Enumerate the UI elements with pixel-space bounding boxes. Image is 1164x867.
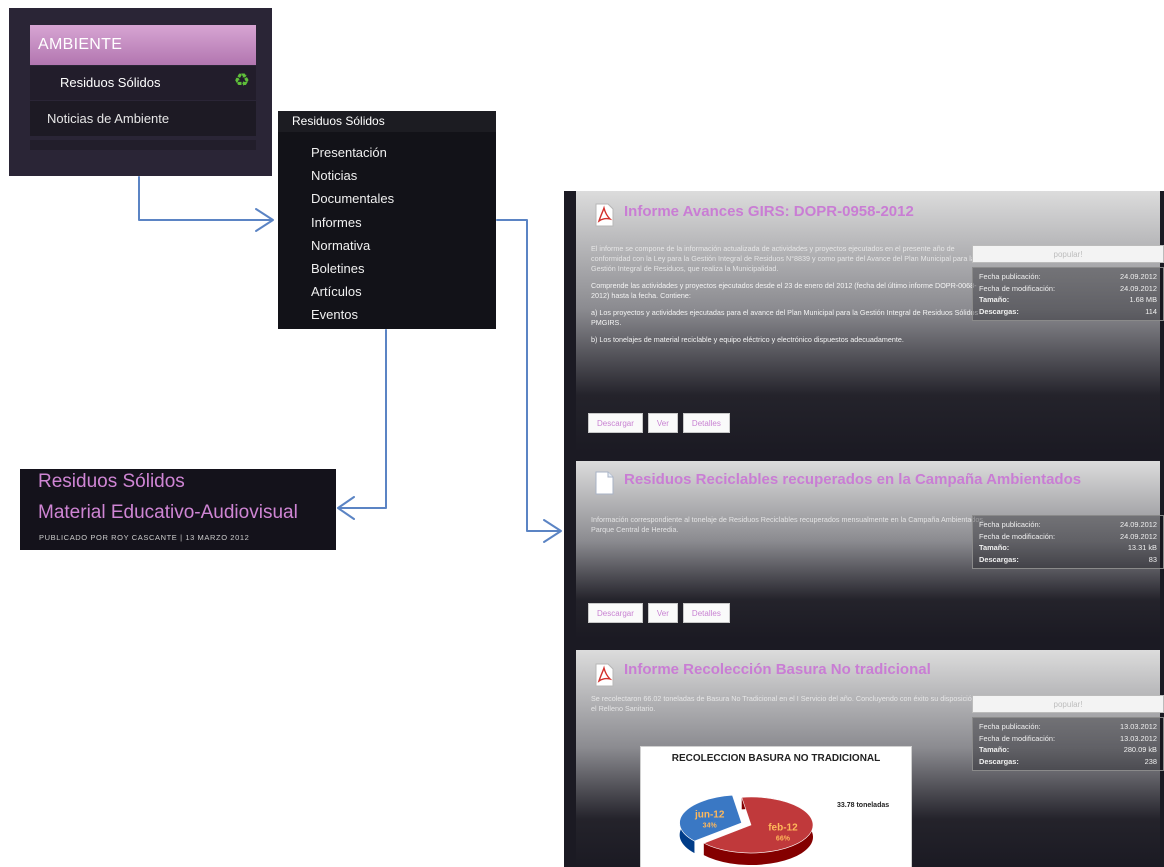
info-value: 24.09.2012 xyxy=(1120,283,1157,293)
info-key: Fecha publicación: xyxy=(979,722,1041,731)
pie-percent-label: 34% xyxy=(703,823,718,830)
document-title[interactable]: Residuos Reciclables recuperados en la C… xyxy=(624,471,1081,488)
info-key: Tamaño: xyxy=(979,295,1010,304)
popular-badge: popular! xyxy=(972,695,1164,713)
info-value: 1.68 MB xyxy=(1129,295,1157,304)
document-icon xyxy=(595,471,614,495)
pie-chart: RECOLECCION BASURA NO TRADICIONAL feb-12… xyxy=(640,746,912,867)
popular-badge: popular! xyxy=(972,245,1164,263)
info-value: 13.31 kB xyxy=(1127,543,1157,552)
description-paragraph: b) Los tonelajes de material reciclable … xyxy=(591,335,904,344)
info-key: Descargas: xyxy=(979,554,1019,564)
details-button[interactable]: Detalles xyxy=(682,413,730,433)
info-value: 24.09.2012 xyxy=(1120,272,1157,281)
arrow-submenu-to-docs xyxy=(496,219,561,532)
info-value: 24.09.2012 xyxy=(1120,520,1157,529)
document-actions: Descargar Ver Detalles xyxy=(588,603,735,623)
document-info-box: Fecha publicación: 13.03.2012 Fecha de mo… xyxy=(972,717,1164,771)
document-description: Información correspondiente al tonelaje … xyxy=(591,515,986,542)
pdf-icon xyxy=(595,663,614,687)
info-value: 13.03.2012 xyxy=(1120,722,1157,731)
description-paragraph: a) Los proyectos y actividades ejecutada… xyxy=(591,308,979,327)
info-key: Fecha publicación: xyxy=(979,272,1041,281)
description-paragraph: Se recolectaron 66.02 toneladas de Basur… xyxy=(591,694,986,713)
arrow-submenu-to-header xyxy=(339,329,387,509)
document-actions: Descargar Ver Detalles xyxy=(588,413,735,433)
info-key: Fecha de modificación: xyxy=(979,733,1055,743)
info-key: Fecha de modificación: xyxy=(979,531,1055,541)
document-info-box: Fecha publicación: 24.09.2012 Fecha de mo… xyxy=(972,515,1164,569)
document-card: Residuos Reciclables recuperados en la C… xyxy=(576,461,1164,639)
download-button[interactable]: Descargar xyxy=(588,413,643,433)
info-value: 238 xyxy=(1144,756,1157,766)
pie-category-label: feb-12 xyxy=(768,822,798,833)
download-button[interactable]: Descargar xyxy=(588,603,643,623)
document-title[interactable]: Informe Avances GIRS: DOPR-0958-2012 xyxy=(624,203,914,220)
pie-value-label: 33.78 toneladas xyxy=(837,802,889,809)
description-paragraph: Información correspondiente al tonelaje … xyxy=(591,515,985,534)
info-key: Descargas: xyxy=(979,306,1019,316)
pie-percent-label: 66% xyxy=(776,835,791,842)
info-value: 83 xyxy=(1148,554,1157,564)
document-info-box: Fecha publicación: 24.09.2012 Fecha de mo… xyxy=(972,267,1164,321)
info-key: Descargas: xyxy=(979,756,1019,766)
info-value: 13.03.2012 xyxy=(1120,733,1157,743)
view-button[interactable]: Ver xyxy=(647,603,678,623)
info-value: 24.09.2012 xyxy=(1120,531,1157,541)
description-paragraph: El informe se compone de la información … xyxy=(591,244,975,273)
document-description: El informe se compone de la información … xyxy=(591,244,986,352)
document-title[interactable]: Informe Recolección Basura No tradiciona… xyxy=(624,661,931,678)
description-paragraph: Comprende las actividades y proyectos ej… xyxy=(591,281,977,300)
pie-category-label: jun-12 xyxy=(694,810,725,821)
info-key: Tamaño: xyxy=(979,745,1010,754)
document-card: Informe Recolección Basura No tradiciona… xyxy=(576,650,1164,867)
info-value: 114 xyxy=(1145,306,1157,316)
pie-chart-svg: feb-1266%jun-1234%33.78 toneladas66.02 t… xyxy=(679,794,889,865)
info-key: Tamaño: xyxy=(979,543,1010,552)
info-key: Fecha publicación: xyxy=(979,520,1041,529)
document-card: Informe Avances GIRS: DOPR-0958-2012 El … xyxy=(576,191,1164,453)
pdf-icon xyxy=(595,203,614,227)
document-description: Se recolectaron 66.02 toneladas de Basur… xyxy=(591,694,986,721)
arrow-menu-to-submenu xyxy=(138,176,273,221)
view-button[interactable]: Ver xyxy=(647,413,678,433)
info-value: 280.09 kB xyxy=(1123,745,1157,754)
info-key: Fecha de modificación: xyxy=(979,283,1055,293)
details-button[interactable]: Detalles xyxy=(682,603,730,623)
documents-panel: Informe Avances GIRS: DOPR-0958-2012 El … xyxy=(564,191,1164,867)
